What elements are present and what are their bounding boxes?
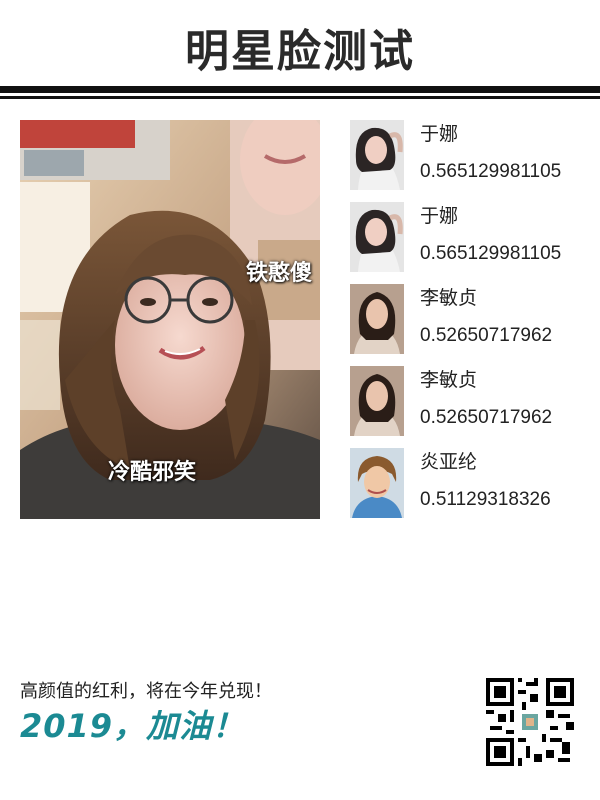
match-score: 0.52650717962: [420, 325, 553, 346]
match-name: 李敏贞: [420, 369, 478, 391]
match-score: 0.565129981105: [420, 243, 562, 264]
match-thumbnail: [350, 202, 404, 272]
match-item[interactable]: 于娜 0.565129981105: [350, 202, 590, 274]
qr-code-icon: [486, 678, 574, 766]
page-title: 明星脸测试: [185, 26, 415, 77]
match-item[interactable]: 于娜 0.565129981105: [350, 120, 590, 192]
main-photo: 铁憨傻 冷酷邪笑: [20, 120, 320, 519]
match-thumbnail: [350, 448, 404, 518]
match-item[interactable]: 李敏贞 0.52650717962: [350, 366, 590, 438]
header: 明星脸测试: [0, 0, 600, 110]
match-score: 0.565129981105: [420, 161, 562, 182]
header-divider-thin: [0, 96, 600, 99]
match-name: 炎亚纶: [420, 451, 478, 473]
match-name: 于娜: [420, 205, 459, 227]
header-divider-thick: [0, 86, 600, 93]
match-thumbnail: [350, 120, 404, 190]
match-name: 李敏贞: [420, 287, 478, 309]
match-item[interactable]: 李敏贞 0.52650717962: [350, 284, 590, 356]
match-name: 于娜: [420, 123, 459, 145]
match-score: 0.51129318326: [420, 489, 551, 510]
footer-tagline: 高颜值的红利，将在今年兑现！: [20, 681, 272, 702]
match-score: 0.52650717962: [420, 407, 553, 428]
photo-tag-lengku: 冷酷邪笑: [108, 460, 197, 485]
footer-slogan: 2019，加油！: [20, 707, 246, 745]
photo-tag-tiehanshi: 铁憨傻: [246, 261, 313, 286]
match-item[interactable]: 炎亚纶 0.51129318326: [350, 448, 590, 520]
match-thumbnail: [350, 366, 404, 436]
match-thumbnail: [350, 284, 404, 354]
